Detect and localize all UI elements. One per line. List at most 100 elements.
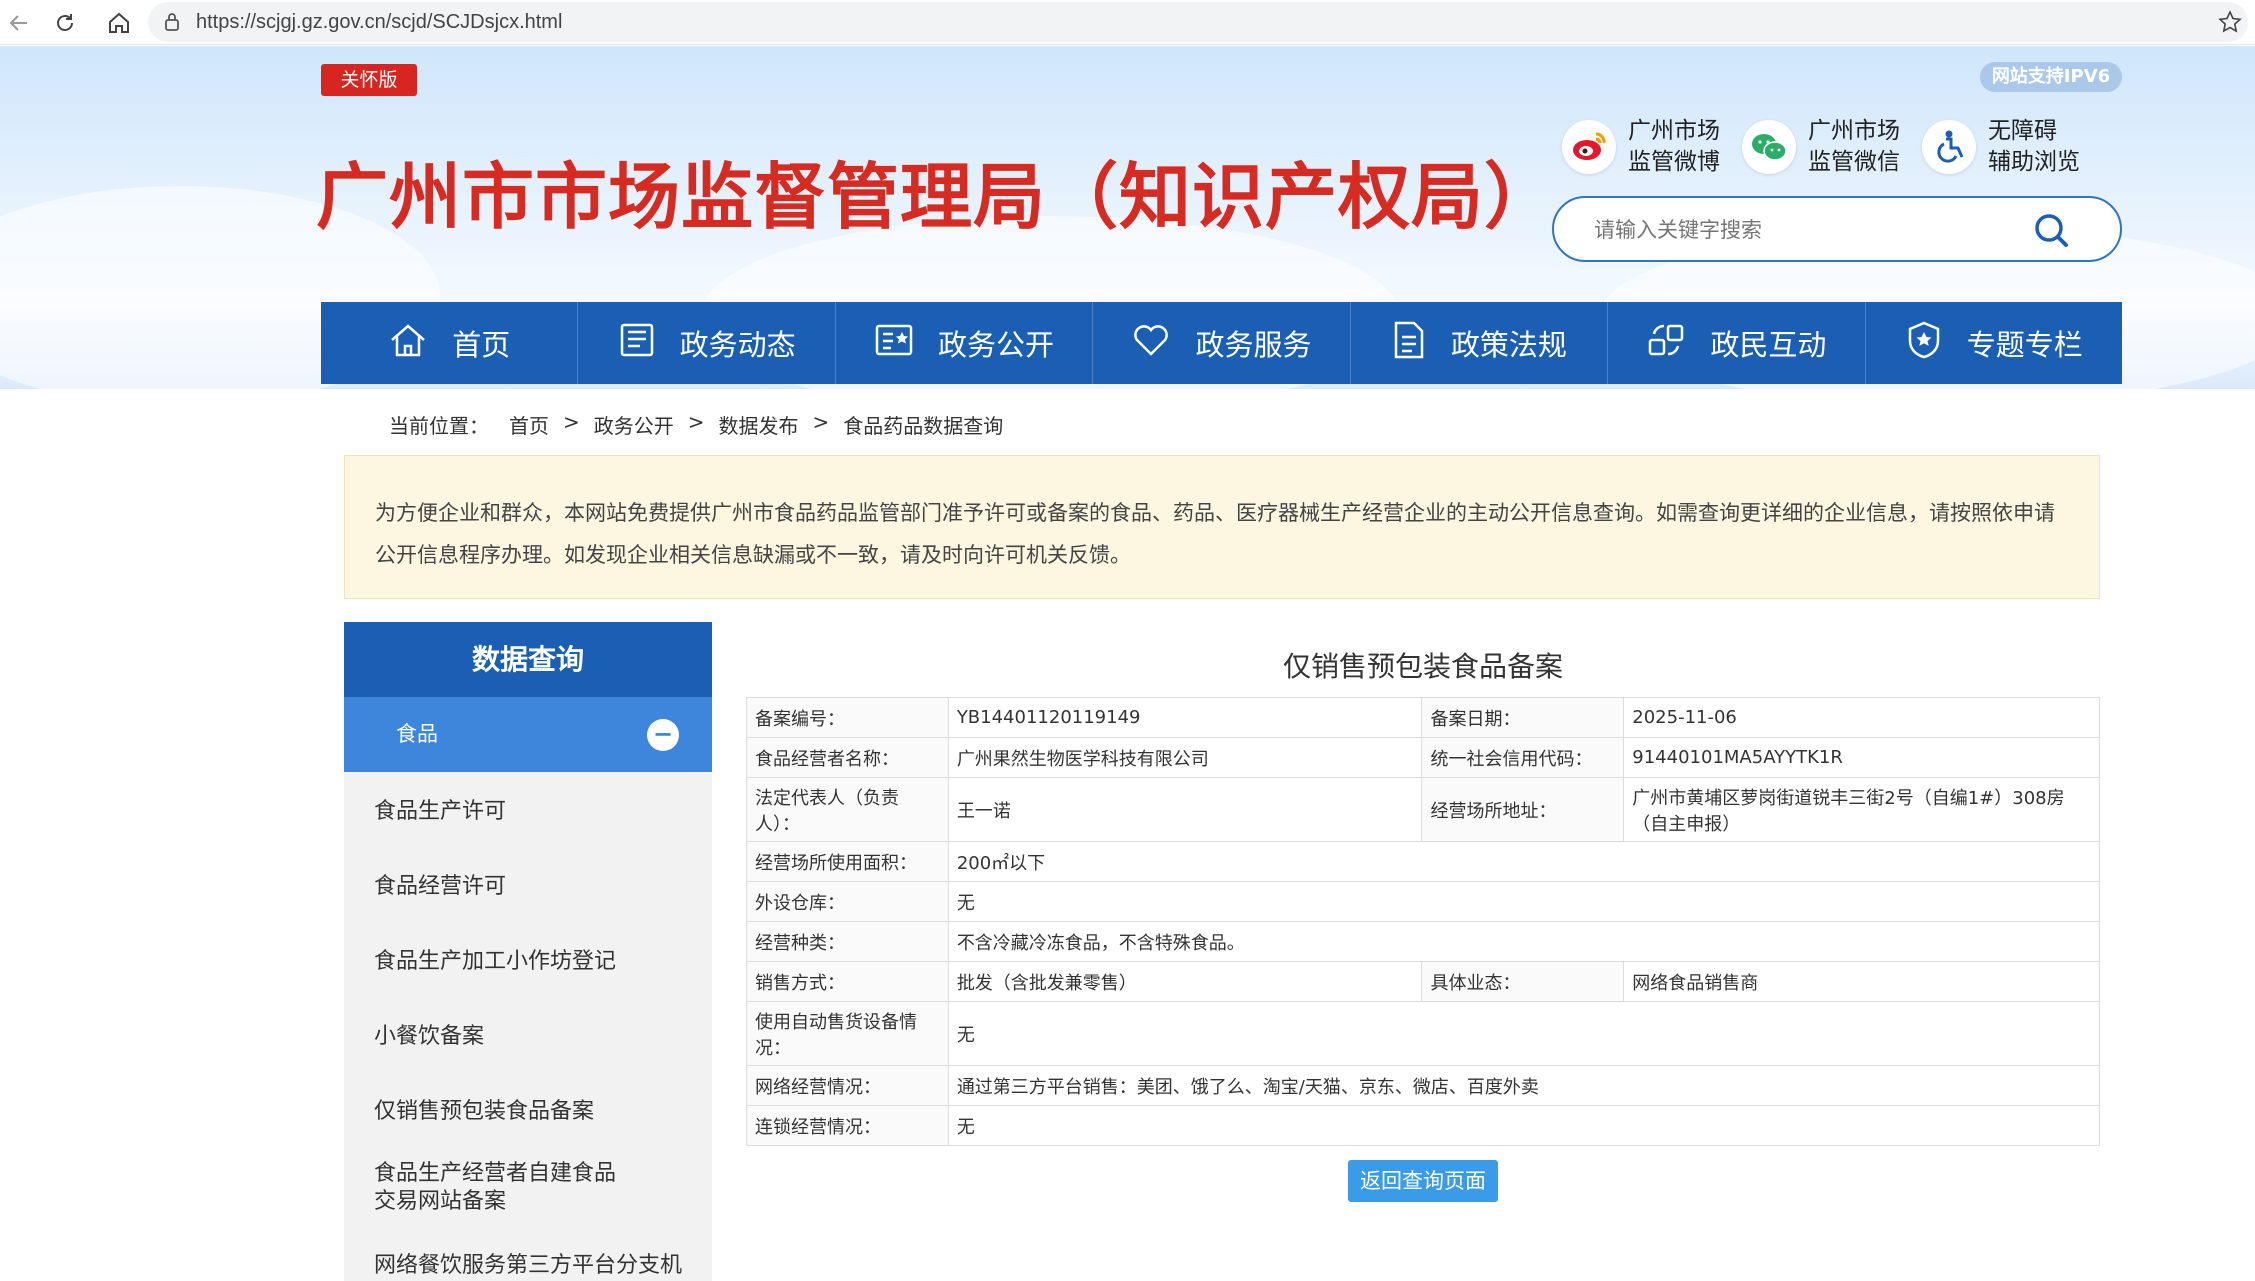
browser-toolbar: https://scjgj.gz.gov.cn/scjd/SCJDsjcx.ht… <box>0 0 2255 45</box>
search-box <box>1552 196 2122 262</box>
wechat-link-line2: 监管微信 <box>1808 149 1900 175</box>
table-key: 食品经营者名称： <box>746 737 949 778</box>
table-value: 广州市黄埔区萝岗街道锐丰三街2号（自编1#）308房（自主申报） <box>1623 777 2100 842</box>
open-gov-icon <box>874 322 938 365</box>
nav-news-label: 政务动态 <box>679 328 796 362</box>
address-bar[interactable]: https://scjgj.gz.gov.cn/scjd/SCJDsjcx.ht… <box>148 2 2248 42</box>
table-key: 经营场所使用面积： <box>746 841 949 882</box>
wechat-link-line1: 广州市场 <box>1808 118 1900 144</box>
weibo-link-line2: 监管微博 <box>1628 149 1720 175</box>
sidebar-item-small-catering[interactable]: 小餐饮备案 <box>344 1023 712 1051</box>
breadcrumb-prefix: 当前位置： <box>389 414 489 438</box>
sidebar-item-workshop[interactable]: 食品生产加工小作坊登记 <box>344 948 712 976</box>
sidebar-item-food[interactable]: 食品 − <box>344 697 712 772</box>
main-nav: 首页 政务动态 政务公开 政务服务 政策法规 政民互动 专题专栏 <box>321 302 2122 384</box>
back-icon[interactable] <box>2 6 36 40</box>
breadcrumb-home[interactable]: 首页 <box>509 410 549 439</box>
table-value: 200㎡以下 <box>947 841 2101 882</box>
search-icon[interactable] <box>2032 211 2070 253</box>
table-row: 使用自动售货设备情况： 无 <box>746 1001 2101 1066</box>
nav-news[interactable]: 政务动态 <box>578 302 836 384</box>
table-value: 网络食品销售商 <box>1623 961 2100 1002</box>
sidebar: 数据查询 食品 − 食品生产许可 食品经营许可 食品生产加工小作坊登记 小餐饮备… <box>344 622 712 1281</box>
table-row: 外设仓库： 无 <box>746 881 2101 922</box>
search-input[interactable] <box>1594 216 2014 244</box>
nav-home[interactable]: 首页 <box>321 302 579 384</box>
table-value: 王一诺 <box>947 777 1423 842</box>
table-row: 连锁经营情况： 无 <box>746 1105 2101 1146</box>
wechat-icon <box>1742 120 1796 174</box>
site-info-icon[interactable] <box>162 12 182 36</box>
wechat-link[interactable]: 广州市场 监管微信 <box>1742 112 1908 182</box>
sidebar-item-self-built-website[interactable]: 食品生产经营者自建食品交易网站备案 <box>344 1160 664 1216</box>
accessibility-link-line1: 无障碍 <box>1988 118 2057 144</box>
breadcrumb: 当前位置： 首页 > 政务公开 > 数据发布 > 食品药品数据查询 <box>389 410 1017 439</box>
table-value: YB14401120119149 <box>947 697 1423 738</box>
table-key: 统一社会信用代码： <box>1421 737 1625 778</box>
nav-policy[interactable]: 政策法规 <box>1351 302 1609 384</box>
breadcrumb-open-gov[interactable]: 政务公开 <box>594 410 674 439</box>
url-text[interactable]: https://scjgj.gz.gov.cn/scjd/SCJDsjcx.ht… <box>196 11 562 34</box>
bookmark-star-icon[interactable] <box>2218 10 2242 38</box>
reload-icon[interactable] <box>48 6 82 40</box>
interaction-icon <box>1646 320 1710 367</box>
nav-open-gov[interactable]: 政务公开 <box>836 302 1094 384</box>
table-value: 91440101MA5AYYTK1R <box>1623 737 2100 778</box>
table-key: 经营种类： <box>746 921 949 962</box>
weibo-link[interactable]: 广州市场 监管微博 <box>1562 112 1728 182</box>
table-value: 批发（含批发兼零售） <box>947 961 1423 1002</box>
sidebar-item-business-license[interactable]: 食品经营许可 <box>344 873 712 901</box>
breadcrumb-separator: > <box>812 410 830 434</box>
heart-icon <box>1131 322 1195 365</box>
nav-open-gov-label: 政务公开 <box>938 328 1055 362</box>
record-title: 仅销售预包装食品备案 <box>1282 650 1563 683</box>
sidebar-item-prepackaged[interactable]: 仅销售预包装食品备案 <box>344 1098 712 1126</box>
table-key: 备案日期： <box>1421 697 1625 738</box>
table-row: 网络经营情况： 通过第三方平台销售：美团、饿了么、淘宝/天猫、京东、微店、百度外… <box>746 1065 2101 1106</box>
care-version-button[interactable]: 关怀版 <box>321 64 417 96</box>
sidebar-item-production-license[interactable]: 食品生产许可 <box>344 798 712 826</box>
table-value: 通过第三方平台销售：美团、饿了么、淘宝/天猫、京东、微店、百度外卖 <box>947 1065 2101 1106</box>
table-row: 销售方式： 批发（含批发兼零售） 具体业态： 网络食品销售商 <box>746 961 2100 1002</box>
site-title: 广州市市场监督管理局（知识产权局） <box>316 154 1558 239</box>
nav-special-topics[interactable]: 专题专栏 <box>1866 302 2122 384</box>
home-browser-icon[interactable] <box>102 6 136 40</box>
nav-services-label: 政务服务 <box>1195 328 1312 362</box>
table-value: 2025-11-06 <box>1623 697 2100 738</box>
home-icon <box>388 321 452 366</box>
breadcrumb-separator: > <box>687 410 705 434</box>
table-key: 销售方式： <box>746 961 949 1002</box>
table-key: 网络经营情况： <box>746 1065 949 1106</box>
accessibility-link[interactable]: 无障碍 辅助浏览 <box>1922 112 2088 182</box>
table-row: 食品经营者名称： 广州果然生物医学科技有限公司 统一社会信用代码： 914401… <box>746 737 2100 778</box>
table-row: 备案编号： YB14401120119149 备案日期： 2025-11-06 <box>746 697 2100 738</box>
collapse-icon[interactable]: − <box>647 719 679 751</box>
nav-services[interactable]: 政务服务 <box>1093 302 1351 384</box>
notice-box: 为方便企业和群众，本网站免费提供广州市食品药品监管部门准予许可或备案的食品、药品… <box>344 455 2100 599</box>
nav-home-label: 首页 <box>452 328 511 362</box>
document-icon <box>1391 320 1451 367</box>
news-icon <box>618 322 680 365</box>
nav-policy-label: 政策法规 <box>1450 328 1567 362</box>
breadcrumb-separator: > <box>563 410 580 434</box>
back-to-query-button[interactable]: 返回查询页面 <box>1348 1160 1498 1202</box>
table-value: 无 <box>947 1105 2101 1146</box>
nav-interaction[interactable]: 政民互动 <box>1608 302 1866 384</box>
table-row: 经营场所使用面积： 200㎡以下 <box>746 841 2101 882</box>
breadcrumb-data-release[interactable]: 数据发布 <box>719 410 799 439</box>
table-value: 不含冷藏冷冻食品，不含特殊食品。 <box>947 921 2101 962</box>
record-table: 备案编号： YB14401120119149 备案日期： 2025-11-06 … <box>746 697 2101 1146</box>
nav-special-topics-label: 专题专栏 <box>1966 328 2083 362</box>
nav-interaction-label: 政民互动 <box>1710 328 1827 362</box>
table-value: 无 <box>947 1001 2101 1066</box>
table-value: 无 <box>947 881 2101 922</box>
sidebar-item-platform-branch[interactable]: 网络餐饮服务第三方平台分支机 <box>344 1252 712 1280</box>
accessibility-icon <box>1922 120 1976 174</box>
table-key: 外设仓库： <box>746 881 949 922</box>
accessibility-link-line2: 辅助浏览 <box>1988 149 2080 175</box>
table-row: 法定代表人（负责人）： 王一诺 经营场所地址： 广州市黄埔区萝岗街道锐丰三街2号… <box>746 777 2100 842</box>
breadcrumb-current[interactable]: 食品药品数据查询 <box>843 410 1003 439</box>
special-topic-icon <box>1905 320 1967 367</box>
sidebar-title: 数据查询 <box>344 622 712 697</box>
notice-text: 为方便企业和群众，本网站免费提供广州市食品药品监管部门准予许可或备案的食品、药品… <box>375 501 2055 567</box>
